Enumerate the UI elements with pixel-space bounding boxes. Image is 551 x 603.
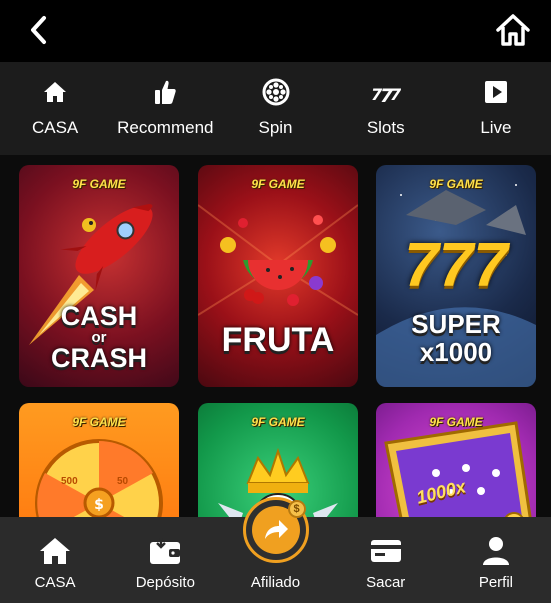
category-recommend[interactable]: Recommend bbox=[110, 62, 220, 155]
coin-icon: $ bbox=[287, 500, 306, 518]
home-icon bbox=[38, 536, 72, 566]
back-chevron-icon[interactable] bbox=[22, 12, 58, 48]
category-label: Live bbox=[480, 118, 512, 137]
share-arrow-icon: $ bbox=[251, 500, 306, 554]
nav-label: Afiliado bbox=[250, 574, 301, 591]
category-spin[interactable]: Spin bbox=[220, 62, 330, 155]
game-title: FRUTA bbox=[221, 321, 335, 359]
user-icon bbox=[479, 536, 513, 566]
category-live[interactable]: Live bbox=[441, 62, 551, 155]
nav-label: Sacar bbox=[366, 574, 406, 591]
game-card-super-777[interactable]: 9F GAME 777 SUPER x1000 bbox=[376, 165, 536, 387]
game-title-line: SUPER bbox=[411, 309, 501, 339]
game-title-line: x1000 bbox=[419, 337, 493, 367]
roulette-wheel-icon bbox=[261, 77, 291, 107]
brand-logo: 9F GAME bbox=[72, 415, 126, 429]
category-label: Recommend bbox=[117, 118, 214, 137]
nav-afiliado[interactable]: $ Afiliado bbox=[220, 497, 330, 603]
game-grid: 9F GAME CASH or CRASH 9F GAME FRUTA 9F G… bbox=[0, 155, 551, 517]
thumbs-up-icon bbox=[150, 77, 180, 107]
game-card-fruta[interactable]: 9F GAME FRUTA bbox=[198, 165, 358, 387]
nav-casa[interactable]: CASA bbox=[0, 517, 110, 603]
category-casa[interactable]: CASA bbox=[0, 62, 110, 155]
game-card-wheel[interactable]: $ 9F GAME 500 50 500 50 bbox=[19, 403, 179, 517]
brand-logo: 9F GAME bbox=[251, 177, 305, 191]
category-slots[interactable]: 777 Slots bbox=[331, 62, 441, 155]
top-bar bbox=[0, 0, 551, 62]
category-bar: CASA Recommend Spin 777 Slots Live bbox=[0, 62, 551, 155]
nav-deposito[interactable]: Depósito bbox=[110, 517, 220, 603]
nav-label: Perfil bbox=[478, 574, 513, 591]
game-card-pinball[interactable]: 9F GAME 1000x bbox=[376, 403, 536, 517]
category-label: Slots bbox=[366, 118, 405, 137]
brand-logo: 9F GAME bbox=[429, 177, 483, 191]
category-label: CASA bbox=[31, 118, 79, 137]
play-icon bbox=[481, 77, 511, 107]
card-withdraw-icon bbox=[369, 536, 403, 566]
nav-sacar[interactable]: Sacar bbox=[331, 517, 441, 603]
home-icon bbox=[40, 77, 70, 107]
bottom-nav: CASA Depósito $ Afiliado Sacar Perfil bbox=[0, 497, 551, 603]
nav-label: Depósito bbox=[135, 574, 195, 591]
brand-logo: 9F GAME bbox=[429, 415, 483, 429]
home-outline-icon[interactable] bbox=[493, 10, 533, 50]
game-card-cash-or-crash[interactable]: 9F GAME CASH or CRASH bbox=[19, 165, 179, 387]
nav-label: CASA bbox=[34, 574, 76, 591]
wheel-label: 50 bbox=[117, 476, 129, 487]
category-label: Spin bbox=[258, 118, 293, 137]
wheel-label: 500 bbox=[61, 476, 78, 487]
brand-logo: 9F GAME bbox=[72, 177, 126, 191]
afiliado-fab[interactable]: $ bbox=[242, 497, 309, 563]
nav-perfil[interactable]: Perfil bbox=[441, 517, 551, 603]
game-title-line: CRASH bbox=[50, 343, 147, 373]
svg-text:$: $ bbox=[94, 497, 104, 513]
svg-text:7: 7 bbox=[390, 85, 401, 104]
game-big-number: 777 bbox=[404, 231, 508, 300]
wallet-icon bbox=[148, 536, 182, 566]
brand-logo: 9F GAME bbox=[251, 415, 305, 429]
game-title-line: CASH bbox=[60, 301, 138, 331]
slot-777-icon: 777 bbox=[371, 77, 401, 107]
